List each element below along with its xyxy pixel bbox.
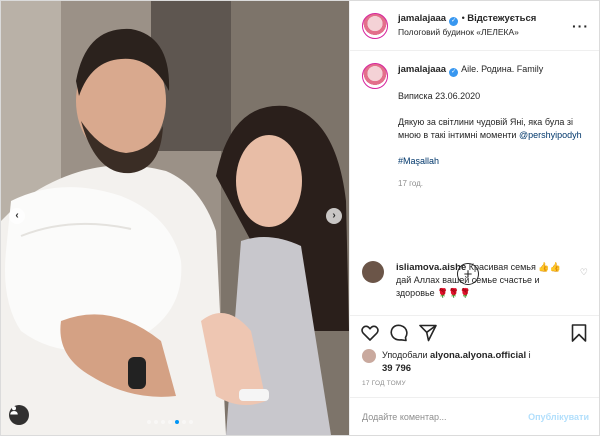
publish-button[interactable]: Опублікувати	[528, 412, 589, 422]
liker-avatar[interactable]	[362, 349, 376, 363]
instagram-post: ‹ › jamalajaaa ✓ • Відстежується Пологов…	[0, 0, 600, 436]
share-paper-plane-icon[interactable]	[418, 323, 438, 343]
likes-conjunction: і	[528, 350, 531, 360]
post-actions	[350, 315, 599, 349]
carousel-dot	[182, 420, 186, 424]
verified-badge-icon: ✓	[449, 68, 459, 77]
more-horizontal-icon[interactable]: ···	[572, 18, 589, 34]
likes-summary: Уподобали alyona.alyona.official і 39 79…	[350, 349, 599, 375]
comment-input[interactable]: Додайте коментар...	[362, 412, 528, 422]
caption-line: Aile. Родина. Family	[461, 64, 544, 74]
post-timestamp[interactable]: 17 ГОД ТОМУ	[350, 375, 599, 387]
caption-username[interactable]: jamalajaaa	[398, 64, 446, 75]
likes-prefix: Уподобали	[382, 350, 428, 360]
post-location[interactable]: Пологовий будинок «ЛЕЛЕКА»	[398, 26, 572, 39]
post-caption: jamalajaaa ✓ Aile. Родина. Family Виписка…	[362, 63, 589, 190]
carousel-dot-active	[175, 420, 179, 424]
carousel-dot	[161, 420, 165, 424]
likes-text: Уподобали alyona.alyona.official і 39 79…	[382, 349, 531, 375]
save-bookmark-icon[interactable]	[569, 323, 589, 343]
next-image-button[interactable]: ›	[326, 208, 342, 224]
add-comment-bar: Додайте коментар... Опублікувати	[350, 397, 599, 435]
post-side-panel: jamalajaaa ✓ • Відстежується Пологовий бу…	[349, 1, 599, 435]
carousel-dot	[189, 420, 193, 424]
follow-status-button[interactable]: Відстежується	[467, 13, 536, 24]
author-avatar[interactable]	[362, 12, 388, 39]
caption-mention-link[interactable]: @pershyipodyh	[519, 130, 582, 140]
previous-image-button[interactable]: ‹	[9, 208, 25, 224]
comment-body: isliamova.aishe Красивая семья 👍👍дай Алл…	[396, 261, 576, 300]
comment-like-heart-icon[interactable]: ♡	[580, 267, 588, 278]
caption-line: Виписка 23.06.2020	[398, 91, 481, 101]
user-icon	[10, 406, 18, 415]
tagged-users-button[interactable]	[9, 405, 29, 425]
carousel-dot	[147, 420, 151, 424]
comment-bubble-icon[interactable]	[389, 323, 409, 343]
author-username[interactable]: jamalajaaa	[398, 13, 446, 24]
post-photo[interactable]: ‹ ›	[1, 1, 349, 435]
likes-count[interactable]: 39 796	[382, 363, 411, 374]
caption-hashtag-link[interactable]: #Maşallah	[398, 155, 588, 168]
photo-illustration	[1, 1, 349, 435]
comment-item: isliamova.aishe Красивая семья 👍👍дай Алл…	[362, 261, 590, 300]
author-info: jamalajaaa ✓ • Відстежується Пологовий бу…	[398, 12, 572, 39]
commenter-username[interactable]: isliamova.aishe	[396, 262, 466, 273]
post-header: jamalajaaa ✓ • Відстежується Пологовий бу…	[350, 1, 599, 51]
carousel-dot	[168, 420, 172, 424]
carousel-dot	[154, 420, 158, 424]
verified-badge-icon: ✓	[449, 17, 459, 26]
liker-username[interactable]: alyona.alyona.official	[430, 350, 526, 361]
carousel-indicator	[147, 420, 193, 424]
caption-avatar[interactable]	[362, 63, 388, 89]
caption-time: 17 год.	[398, 179, 424, 188]
commenter-avatar[interactable]	[362, 261, 384, 283]
separator-dot: •	[461, 13, 465, 23]
like-heart-icon[interactable]	[360, 323, 380, 343]
caption-body: jamalajaaa ✓ Aile. Родина. Family Виписка…	[398, 63, 588, 190]
